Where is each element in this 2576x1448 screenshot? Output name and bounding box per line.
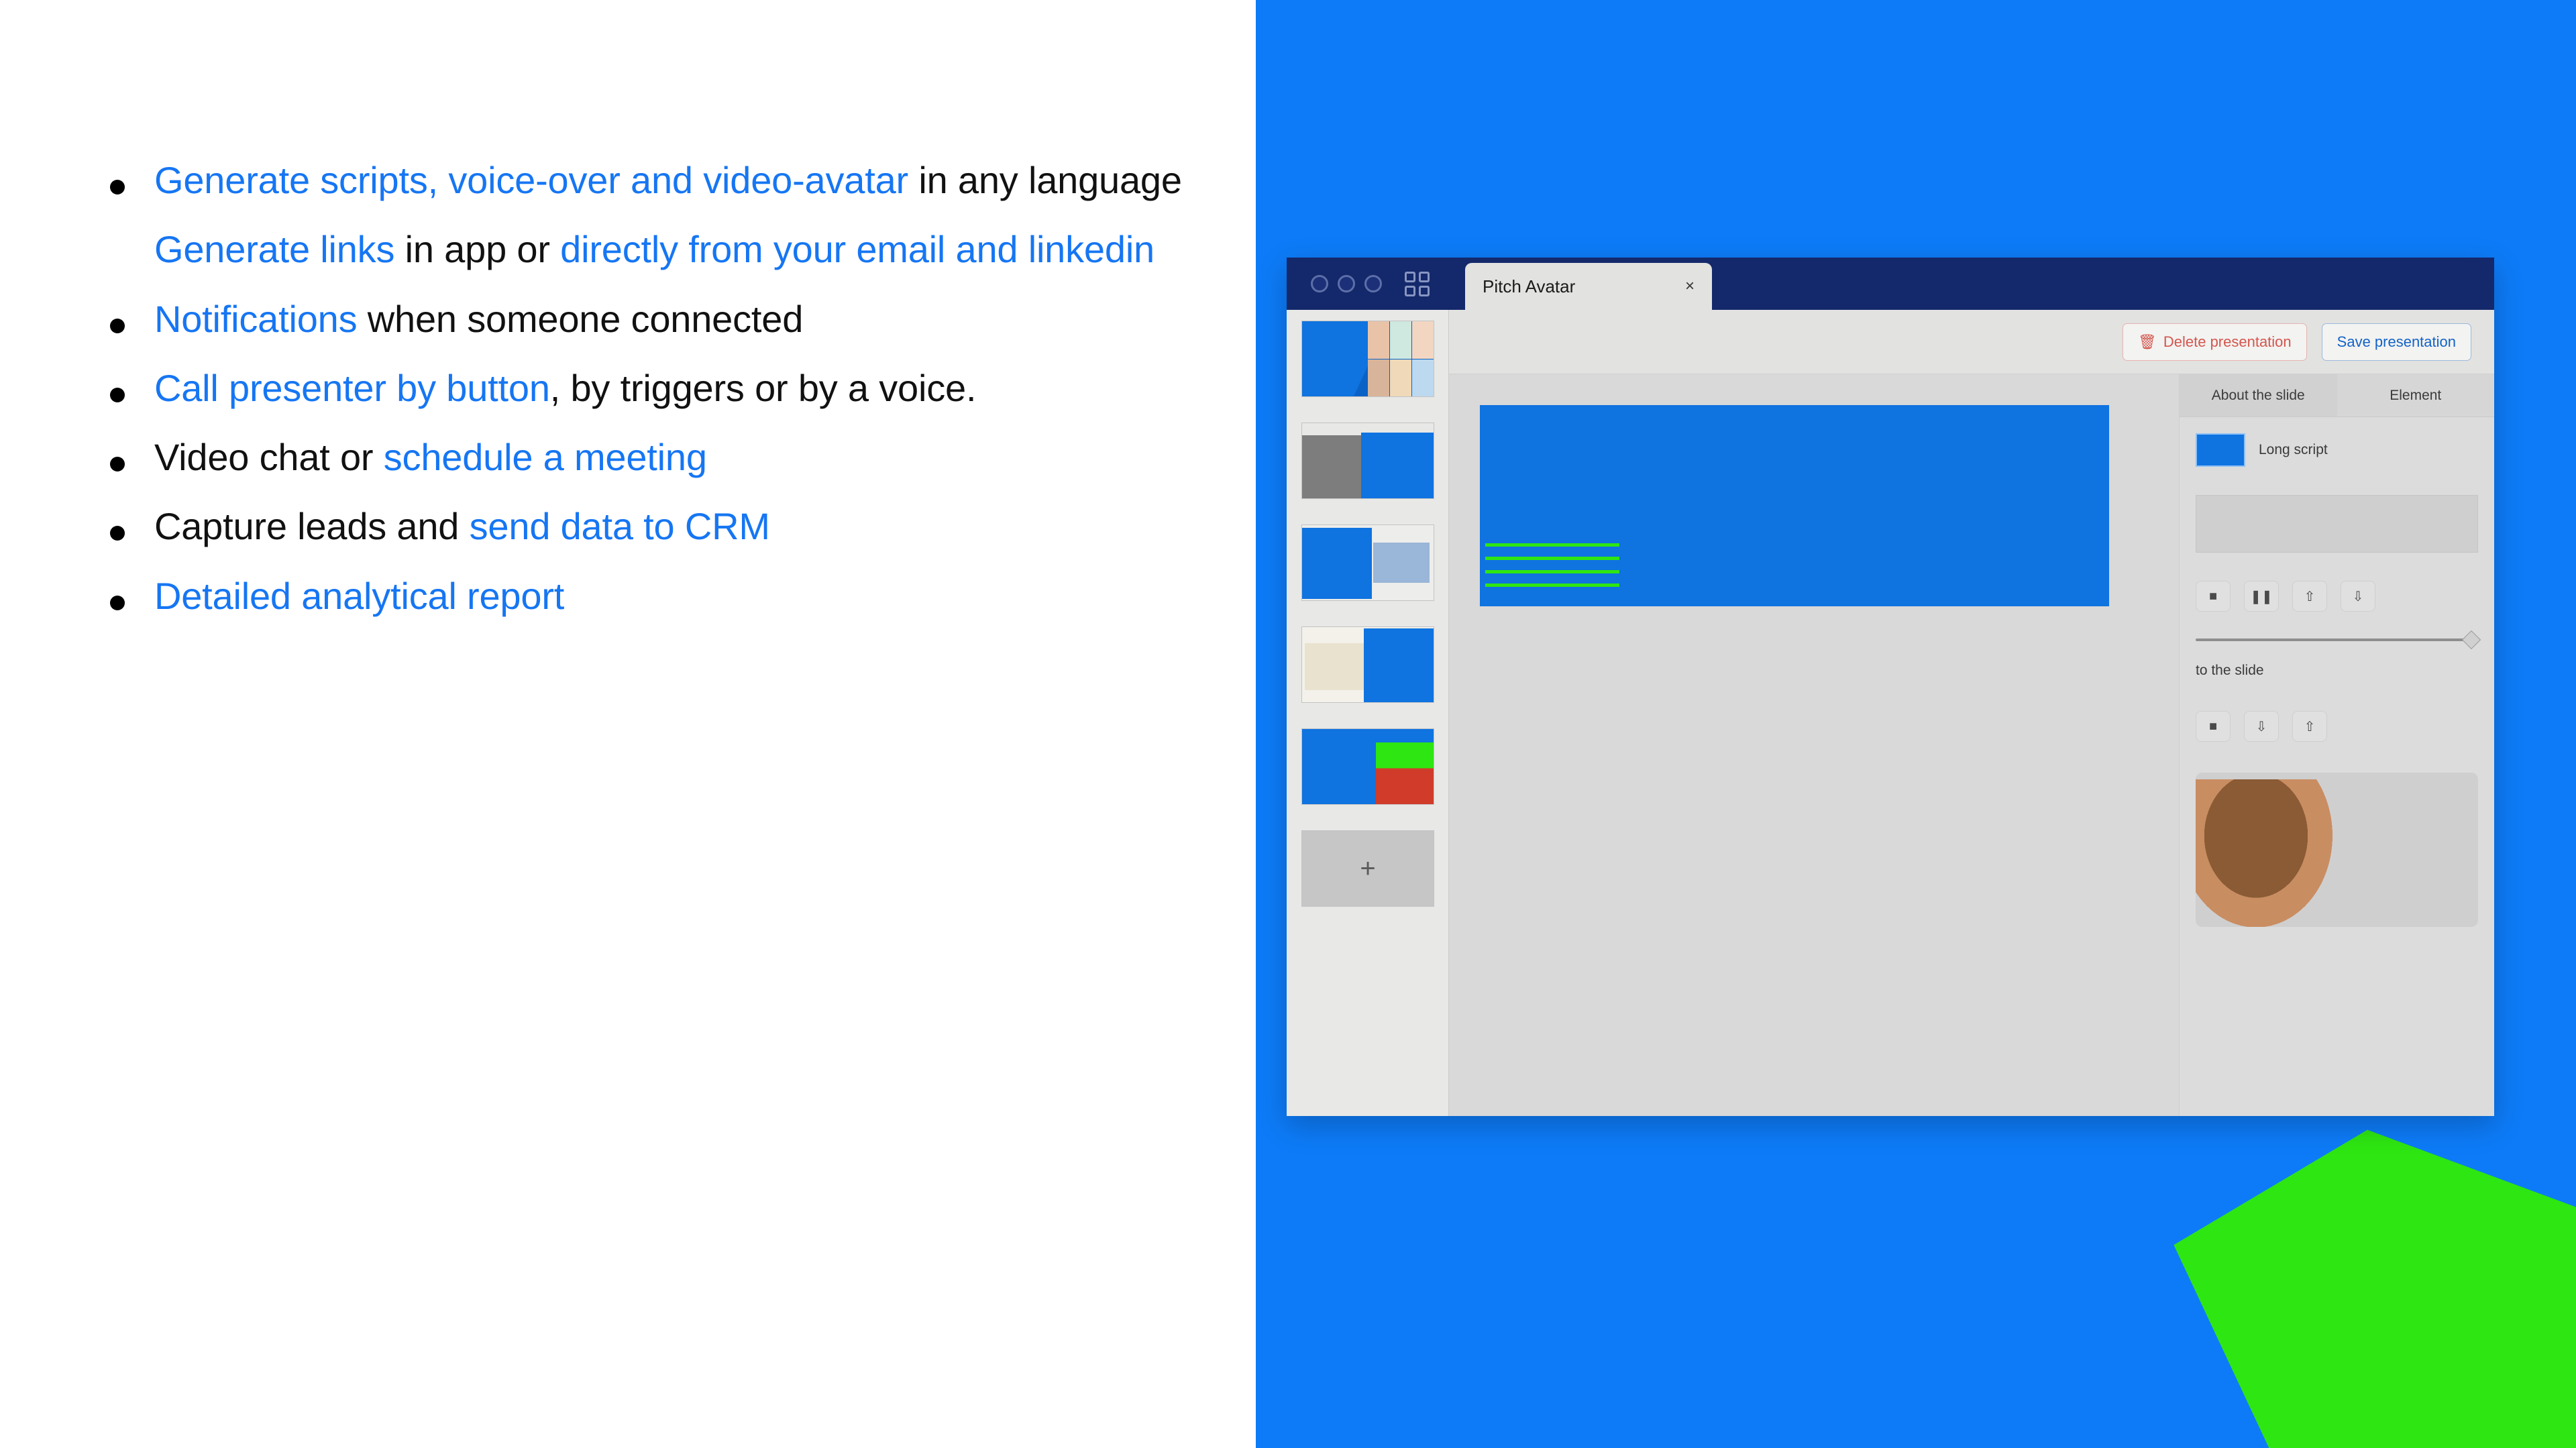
slide-thumbnail[interactable] bbox=[1301, 524, 1434, 601]
script-text-block bbox=[2180, 483, 2494, 565]
bullet-marker bbox=[110, 595, 125, 610]
bullet-marker bbox=[110, 457, 125, 472]
editor-main: About the slide Element Long script ■ ❚❚… bbox=[1449, 374, 2494, 1116]
bullet-plain-text: in app or bbox=[405, 228, 561, 271]
to-the-slide-row: to the slide bbox=[2180, 647, 2494, 695]
save-presentation-button[interactable]: Save presentation bbox=[2321, 323, 2471, 361]
tab-element[interactable]: Element bbox=[2337, 374, 2495, 416]
slide-root: Generate scripts, voice-over and video-a… bbox=[0, 0, 2576, 1448]
close-icon[interactable]: × bbox=[1685, 277, 1695, 296]
slide-thumbnail[interactable] bbox=[1301, 321, 1434, 397]
slide-editor: 🗑 Delete presentation Save presentation bbox=[1449, 310, 2494, 1116]
avatar-preview bbox=[2196, 773, 2478, 927]
bullet-text: Generate scripts, voice-over and video-a… bbox=[154, 154, 1182, 206]
script-text-area[interactable] bbox=[2196, 495, 2478, 553]
bullet-item: Generate links in app or directly from y… bbox=[101, 223, 1241, 275]
bullet-text: Video chat or schedule a meeting bbox=[154, 431, 707, 483]
slide-canvas-area[interactable] bbox=[1449, 374, 2179, 1116]
bullet-marker bbox=[110, 180, 125, 194]
bullet-item: Call presenter by button, by triggers or… bbox=[101, 362, 1241, 414]
color-swatch[interactable] bbox=[2196, 433, 2245, 467]
pause-icon[interactable]: ❚❚ bbox=[2244, 581, 2279, 612]
slide-thumbnail[interactable] bbox=[1301, 626, 1434, 703]
bullet-item: Capture leads and send data to CRM bbox=[101, 500, 1241, 552]
to-the-slide-label: to the slide bbox=[2196, 663, 2264, 678]
bullet-item: Video chat or schedule a meeting bbox=[101, 431, 1241, 483]
media-controls-row[interactable]: ■ ❚❚ ⇧ ⇩ bbox=[2180, 565, 2494, 628]
bullet-plain-text: Video chat or bbox=[154, 436, 384, 479]
tab-about-the-slide[interactable]: About the slide bbox=[2180, 374, 2337, 416]
trash-icon: 🗑 bbox=[2137, 333, 2157, 350]
bullet-item: Notifications when someone connected bbox=[101, 293, 1241, 345]
upload-icon[interactable]: ⇧ bbox=[2292, 581, 2327, 612]
delete-presentation-label: Delete presentation bbox=[2163, 333, 2292, 350]
slide-thumbnail-sidebar[interactable]: + bbox=[1287, 310, 1449, 1116]
grid-apps-icon[interactable] bbox=[1405, 271, 1430, 296]
product-screenshot-panel: Pitch Avatar × + 🗑 Delete presentation S… bbox=[1256, 0, 2576, 1448]
bullet-text: Detailed analytical report bbox=[154, 570, 564, 622]
bullet-plain-text: when someone connected bbox=[367, 297, 804, 340]
app-window-screenshot: Pitch Avatar × + 🗑 Delete presentation S… bbox=[1287, 258, 2494, 1116]
bullet-marker bbox=[110, 318, 125, 333]
stop-icon[interactable]: ■ bbox=[2196, 581, 2231, 612]
bullet-plain-text: , by triggers or by a voice. bbox=[549, 366, 977, 409]
download-icon[interactable]: ⇩ bbox=[2341, 581, 2375, 612]
long-script-label: Long script bbox=[2259, 442, 2328, 457]
bullet-highlight-text: directly from your email and linkedin bbox=[560, 228, 1155, 271]
bullet-highlight-text: Detailed analytical report bbox=[154, 574, 565, 617]
bullet-plain-text: Capture leads and bbox=[154, 505, 470, 548]
slide-media-controls[interactable]: ■ ⇩ ⇧ bbox=[2180, 695, 2494, 758]
browser-tab-pitch-avatar[interactable]: Pitch Avatar × bbox=[1465, 263, 1712, 310]
feature-bullet-list: Generate scripts, voice-over and video-a… bbox=[101, 154, 1241, 639]
save-presentation-label: Save presentation bbox=[2337, 333, 2456, 350]
bullet-plain-text: in any language bbox=[918, 159, 1182, 201]
window-minimize-dot[interactable] bbox=[1338, 275, 1355, 292]
stripe-decor bbox=[1485, 543, 1619, 597]
bullet-text: Capture leads and send data to CRM bbox=[154, 500, 770, 552]
bullet-marker bbox=[110, 526, 125, 541]
rail-tab-bar[interactable]: About the slide Element bbox=[2180, 374, 2494, 417]
volume-slider[interactable] bbox=[2196, 630, 2481, 650]
bullet-highlight-text: schedule a meeting bbox=[383, 436, 707, 479]
app-body: + 🗑 Delete presentation Save presentatio… bbox=[1287, 310, 2494, 1116]
download-icon[interactable]: ⇩ bbox=[2244, 711, 2279, 742]
slide-thumbnail[interactable] bbox=[1301, 423, 1434, 499]
window-close-dot[interactable] bbox=[1311, 275, 1328, 292]
bullet-highlight-text: Generate scripts, voice-over and video-a… bbox=[154, 159, 919, 201]
bullet-highlight-text: Generate links bbox=[154, 228, 405, 271]
window-maximize-dot[interactable] bbox=[1364, 275, 1382, 292]
bullet-highlight-text: Notifications bbox=[154, 297, 368, 340]
browser-chrome: Pitch Avatar × bbox=[1287, 258, 2494, 310]
stop-icon[interactable]: ■ bbox=[2196, 711, 2231, 742]
bullet-marker bbox=[110, 387, 125, 402]
add-slide-button[interactable]: + bbox=[1301, 830, 1434, 907]
right-properties-rail: About the slide Element Long script ■ ❚❚… bbox=[2179, 374, 2494, 1116]
editor-toolbar: 🗑 Delete presentation Save presentation bbox=[1449, 310, 2494, 374]
bullet-text: Generate links in app or directly from y… bbox=[154, 223, 1155, 275]
slide-thumbnail[interactable] bbox=[1301, 728, 1434, 805]
browser-tab-label: Pitch Avatar bbox=[1483, 276, 1576, 296]
bullet-text: Call presenter by button, by triggers or… bbox=[154, 362, 977, 414]
green-decor-shape bbox=[2174, 1129, 2576, 1448]
bullet-text: Notifications when someone connected bbox=[154, 293, 803, 345]
bullet-highlight-text: send data to CRM bbox=[469, 505, 770, 548]
bullet-highlight-text: Call presenter by button bbox=[154, 366, 550, 409]
long-script-row: Long script bbox=[2180, 417, 2494, 483]
bullet-marker bbox=[110, 249, 125, 264]
bullet-item: Generate scripts, voice-over and video-a… bbox=[101, 154, 1241, 206]
window-controls[interactable] bbox=[1311, 275, 1382, 292]
delete-presentation-button[interactable]: 🗑 Delete presentation bbox=[2122, 323, 2307, 361]
slide-canvas[interactable] bbox=[1480, 405, 2109, 606]
upload-icon[interactable]: ⇧ bbox=[2292, 711, 2327, 742]
bullet-item: Detailed analytical report bbox=[101, 570, 1241, 622]
